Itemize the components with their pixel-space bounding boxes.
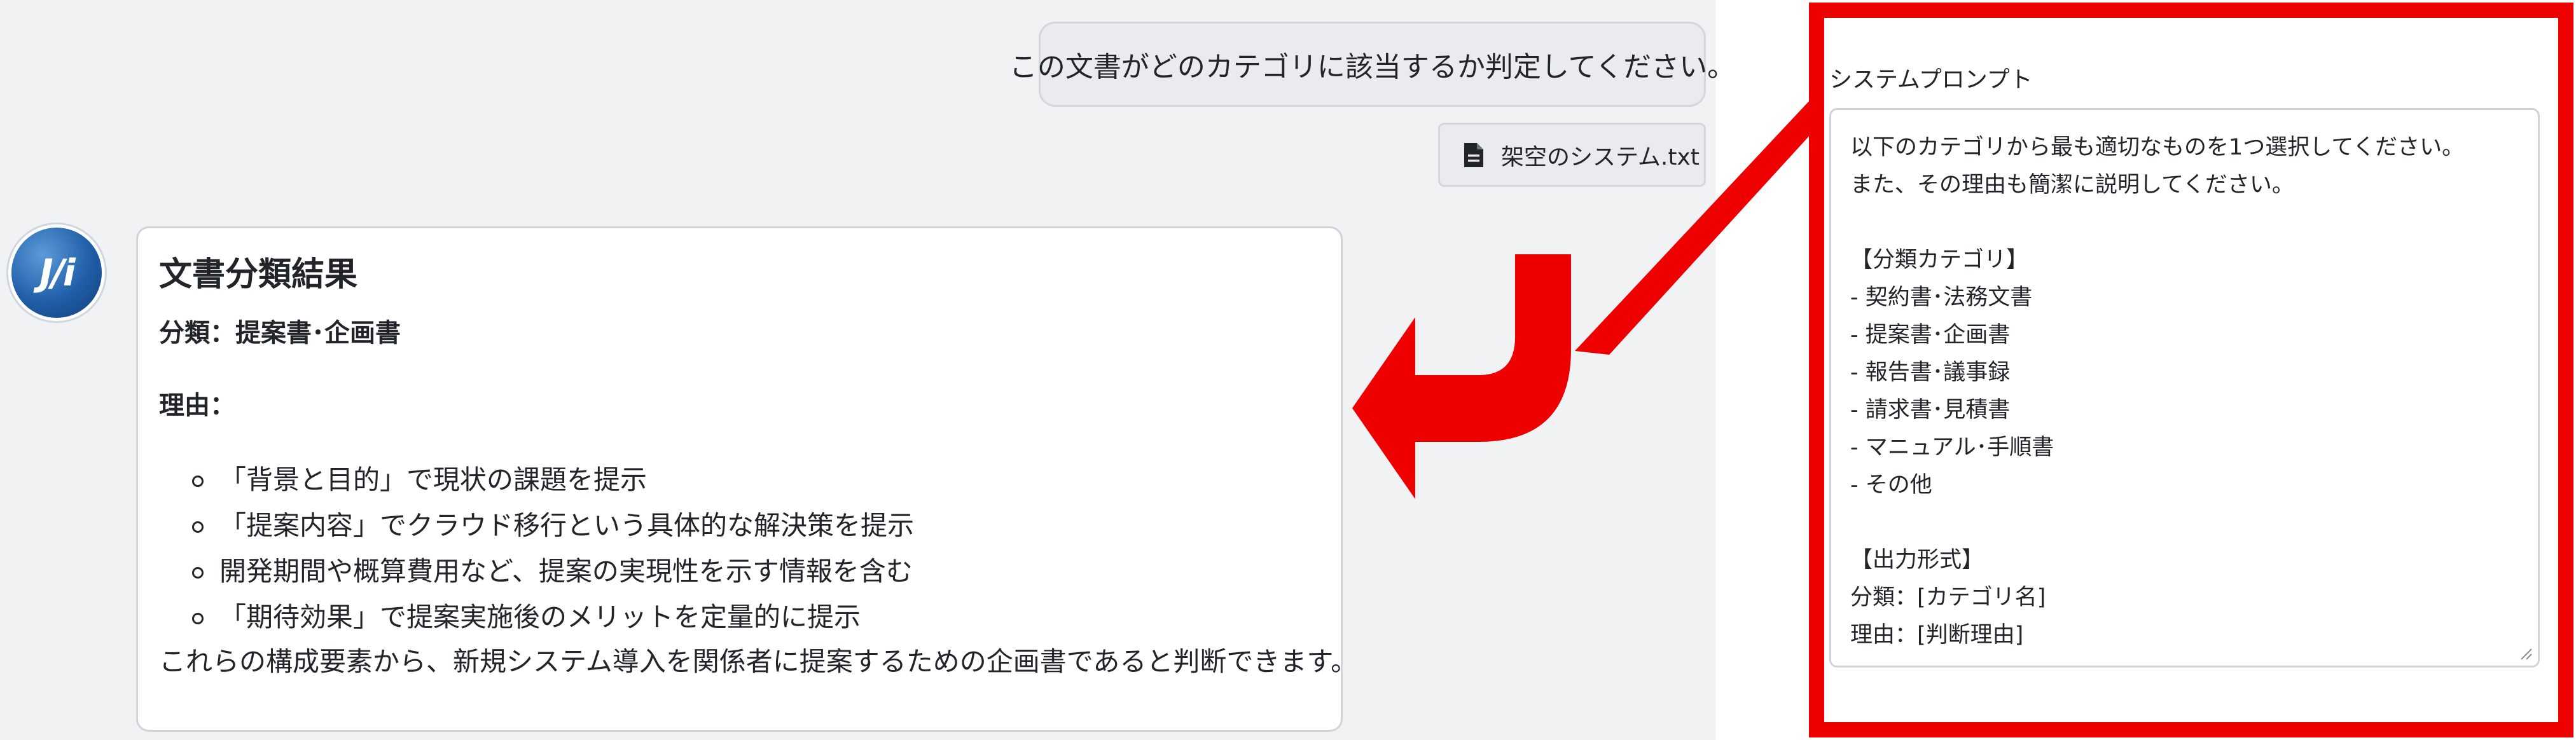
result-category: 分類：提案書･企画書 <box>159 319 401 348</box>
prompt-line: 理由：[判断理由] <box>1850 622 2024 648</box>
prompt-line: 【出力形式】 <box>1850 547 1984 573</box>
prompt-line: また、その理由も簡潔に説明してください。 <box>1850 172 2294 198</box>
attachment-chip[interactable]: 架空のシステム.txt <box>1438 123 1706 187</box>
prompt-line <box>1850 204 2538 242</box>
avatar-logo-text: J/i <box>39 251 76 294</box>
chat-area: この文書がどのカテゴリに該当するか判定してください。 架空のシステム.txt J… <box>0 0 1735 740</box>
prompt-line: 【分類カテゴリ】 <box>1850 247 2029 273</box>
prompt-line: - その他 <box>1850 472 1932 498</box>
assistant-avatar: J/i <box>11 228 102 318</box>
prompt-line: 以下のカテゴリから最も適切なものを1つ選択してください。 <box>1850 135 2465 160</box>
prompt-line <box>1850 504 2538 542</box>
resize-handle-icon[interactable] <box>2519 647 2533 661</box>
prompt-line: 分類：[カテゴリ名] <box>1850 585 2046 610</box>
reason-label: 理由： <box>159 391 235 420</box>
system-prompt-label: システムプロンプト <box>1829 67 2033 93</box>
file-icon <box>1464 142 1483 167</box>
prompt-line: - マニュアル･手順書 <box>1850 435 2054 460</box>
assistant-message-card: 文書分類結果 分類：提案書･企画書 理由： 「背景と目的」で現状の課題を提示 「… <box>136 226 1357 732</box>
prompt-line: - 請求書･見積書 <box>1850 397 2011 423</box>
reason-list: 「背景と目的」で現状の課題を提示 「提案内容」でクラウド移行という具体的な解決策… <box>159 457 914 640</box>
prompt-line: - 報告書･議事録 <box>1850 360 2011 385</box>
reason-item: 「提案内容」でクラウド移行という具体的な解決策を提示 <box>159 503 914 549</box>
conclusion-text: これらの構成要素から、新規システム導入を関係者に提案するための企画書であると判断… <box>159 646 1358 677</box>
result-title: 文書分類結果 <box>159 256 358 294</box>
reason-item: 「期待効果」で提案実施後のメリットを定量的に提示 <box>159 594 914 640</box>
reason-item: 「背景と目的」で現状の課題を提示 <box>159 457 914 503</box>
reason-item: 開発期間や概算費用など、提案の実現性を示す情報を含む <box>159 549 914 594</box>
prompt-line: - 契約書･法務文書 <box>1850 285 2033 310</box>
system-prompt-textarea[interactable]: 以下のカテゴリから最も適切なものを1つ選択してください。 また、その理由も簡潔に… <box>1829 108 2540 668</box>
attachment-filename: 架空のシステム.txt <box>1501 144 1700 170</box>
prompt-line: - 提案書･企画書 <box>1850 322 2011 348</box>
user-message-bubble: この文書がどのカテゴリに該当するか判定してください。 <box>1009 22 1735 107</box>
user-message-text: この文書がどのカテゴリに該当するか判定してください。 <box>1009 51 1736 83</box>
